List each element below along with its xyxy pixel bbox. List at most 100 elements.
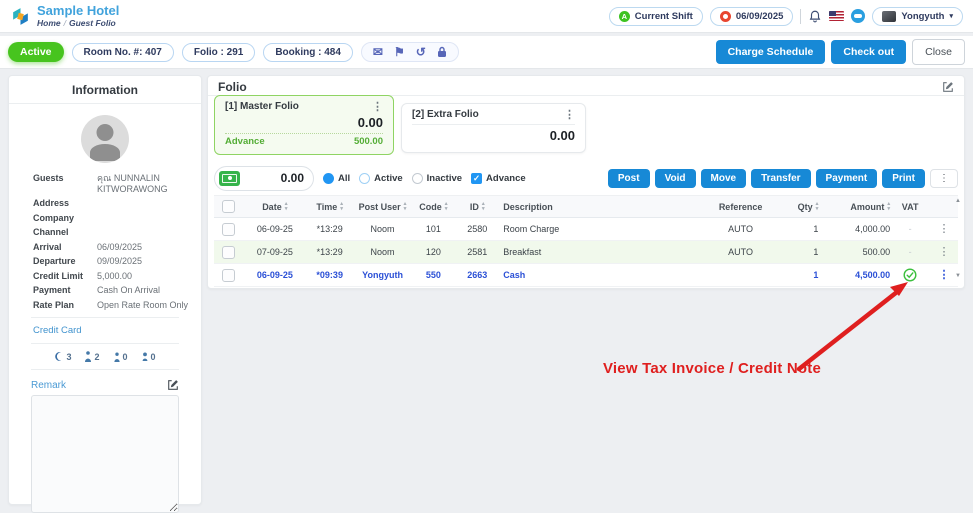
cell-post-user: Yongyuth [354, 270, 412, 280]
divider [412, 124, 575, 125]
select-all-checkbox[interactable] [222, 200, 235, 213]
post-button[interactable]: Post [608, 169, 650, 188]
adult-icon [84, 351, 92, 362]
email-icon[interactable]: ✉ [373, 46, 383, 58]
row-menu-icon[interactable]: ⋮ [939, 224, 950, 234]
breadcrumb-home[interactable]: Home [37, 18, 61, 28]
support-chat-icon[interactable] [851, 9, 865, 23]
folio-action-bar: Active Room No. #: 407 Folio : 291 Booki… [0, 36, 973, 69]
user-avatar [882, 11, 896, 22]
transfer-button[interactable]: Transfer [751, 169, 810, 188]
move-button[interactable]: Move [701, 169, 747, 188]
child-icon [113, 352, 121, 362]
payment-button[interactable]: Payment [816, 169, 878, 188]
shift-letter-badge: A [619, 11, 630, 22]
col-header-description[interactable]: Description [499, 202, 698, 212]
infant-icon [141, 352, 149, 361]
master-folio-menu-icon[interactable]: ⋮ [372, 102, 383, 112]
history-icon[interactable]: ↺ [416, 46, 426, 58]
cell-reference: AUTO [699, 247, 783, 257]
cell-date: 06-09-25 [244, 270, 306, 280]
col-header-vat[interactable]: VAT [890, 202, 930, 212]
charge-schedule-button[interactable]: Charge Schedule [716, 40, 826, 64]
col-header-post-user[interactable]: Post User▴▾ [354, 202, 412, 212]
folio-number-pill: Folio : 291 [182, 43, 255, 62]
col-header-reference[interactable]: Reference [699, 202, 783, 212]
row-checkbox[interactable] [222, 223, 235, 236]
table-row-payment[interactable]: 06-09-25 *09:39 Yongyuth 550 2663 Cash 1… [214, 264, 958, 287]
table-row[interactable]: 07-09-25 *13:29 Noom 120 2581 Breakfast … [214, 241, 958, 264]
master-folio-balance: 0.00 [225, 115, 383, 130]
nights-count: 3 [54, 351, 71, 362]
cell-date: 07-09-25 [244, 247, 306, 257]
field-guests: Guestsคุณ NUNNALIN KITWORAWONG [33, 173, 191, 194]
row-checkbox[interactable] [222, 269, 235, 282]
more-actions-button[interactable]: ⋮ [930, 169, 958, 188]
scroll-up-icon[interactable]: ▲ [955, 198, 961, 204]
col-header-time[interactable]: Time▴▾ [306, 202, 354, 212]
col-header-date[interactable]: Date▴▾ [244, 202, 306, 212]
balance-amount-field[interactable]: 0.00 [214, 166, 314, 191]
cell-post-user: Noom [354, 247, 412, 257]
cell-reference: AUTO [699, 224, 783, 234]
remark-textarea[interactable] [31, 395, 179, 513]
filter-advance-checkbox[interactable]: ✓Advance [471, 173, 526, 184]
field-address: Address [33, 198, 191, 209]
field-payment: PaymentCash On Arrival [33, 285, 191, 296]
sort-icon: ▴▾ [340, 202, 343, 211]
void-button[interactable]: Void [655, 169, 696, 188]
information-title: Information [9, 76, 201, 104]
cell-date: 06-09-25 [244, 224, 306, 234]
edit-remark-icon[interactable] [167, 379, 179, 391]
extra-folio-card[interactable]: [2] Extra Folio ⋮ 0.00 [401, 103, 586, 153]
col-header-id[interactable]: ID▴▾ [455, 202, 499, 212]
remark-label: Remark [31, 380, 66, 391]
notifications-bell-icon[interactable] [808, 9, 822, 24]
col-header-qty[interactable]: Qty▴▾ [782, 202, 818, 212]
table-header-row: Date▴▾ Time▴▾ Post User▴▾ Code▴▾ ID▴▾ De… [214, 195, 958, 218]
sort-icon: ▴▾ [285, 202, 288, 211]
filter-inactive-radio[interactable]: Inactive [412, 173, 462, 184]
master-folio-card[interactable]: [1] Master Folio ⋮ 0.00 Advance 500.00 [214, 95, 394, 155]
cell-description: Room Charge [499, 224, 698, 234]
cell-code: 101 [411, 224, 455, 234]
occupancy-counts: 3 2 0 0 [9, 351, 201, 362]
edit-folio-icon[interactable] [942, 81, 954, 93]
check-out-button[interactable]: Check out [831, 40, 906, 64]
checkbox-checked-icon: ✓ [471, 173, 482, 184]
credit-card-link[interactable]: Credit Card [9, 325, 201, 336]
filter-all-radio[interactable]: All [323, 173, 350, 184]
balance-amount: 0.00 [281, 171, 304, 185]
language-flag-icon[interactable] [829, 11, 844, 21]
tax-invoice-check-icon[interactable] [903, 268, 917, 282]
row-menu-icon[interactable]: ⋮ [939, 270, 950, 280]
extra-folio-menu-icon[interactable]: ⋮ [564, 110, 575, 120]
flag-icon[interactable]: ⚑ [394, 46, 405, 58]
user-menu[interactable]: Yongyuth ▾ [872, 7, 963, 26]
lock-icon[interactable] [437, 46, 447, 58]
col-header-amount[interactable]: Amount▴▾ [818, 202, 890, 212]
field-channel: Channel [33, 227, 191, 238]
row-checkbox[interactable] [222, 246, 235, 259]
quick-tools-group: ✉ ⚑ ↺ [361, 42, 459, 62]
current-shift-pill[interactable]: A Current Shift [609, 7, 703, 26]
table-row[interactable]: 06-09-25 *13:29 Noom 101 2580 Room Charg… [214, 218, 958, 241]
field-company: Company [33, 213, 191, 224]
col-header-code[interactable]: Code▴▾ [411, 202, 455, 212]
print-button[interactable]: Print [882, 169, 925, 188]
scroll-down-icon[interactable]: ▼ [955, 273, 961, 279]
field-departure: Departure09/09/2025 [33, 256, 191, 267]
divider [225, 133, 383, 134]
advance-amount: 500.00 [354, 136, 383, 147]
filter-active-radio[interactable]: Active [359, 173, 403, 184]
close-button[interactable]: Close [912, 39, 965, 65]
room-number-pill: Room No. #: 407 [72, 43, 174, 62]
row-menu-icon[interactable]: ⋮ [939, 247, 950, 257]
breadcrumb: Home/Guest Folio [37, 19, 119, 28]
field-credit-limit: Credit Limit5,000.00 [33, 271, 191, 282]
breadcrumb-page: Guest Folio [69, 18, 116, 28]
cell-qty: 1 [782, 247, 818, 257]
user-name: Yongyuth [901, 11, 944, 22]
business-date-pill[interactable]: 06/09/2025 [710, 7, 794, 26]
folio-section-title: Folio [218, 80, 247, 94]
